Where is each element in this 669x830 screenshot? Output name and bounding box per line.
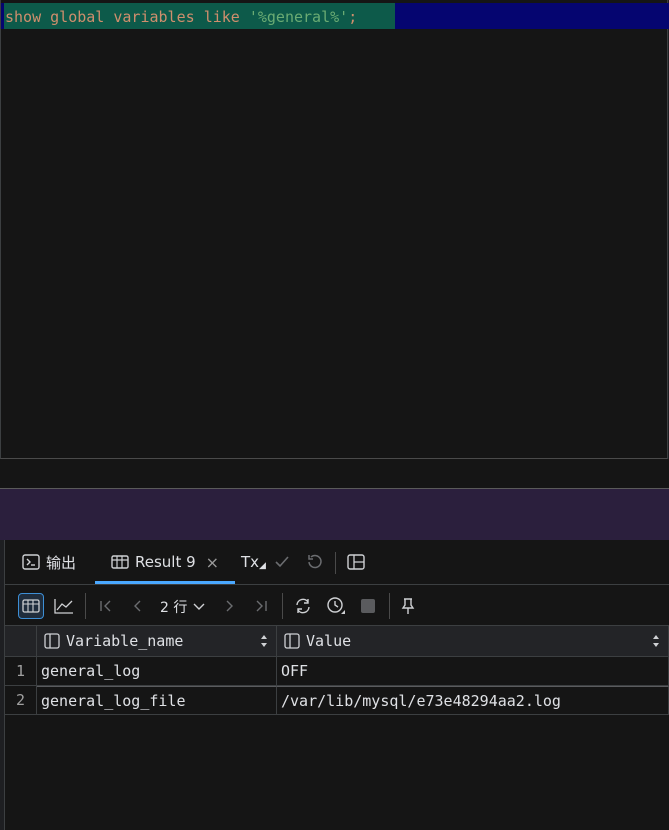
table-icon <box>111 554 129 570</box>
tx-label: Tx <box>241 553 260 571</box>
refresh-icon[interactable] <box>290 593 316 619</box>
sql-editor[interactable]: show global variables like '%general%'; <box>0 0 669 459</box>
rows-count-label: 2 行 <box>160 600 188 616</box>
layout-icon[interactable] <box>347 540 365 584</box>
console-icon <box>22 554 40 570</box>
tx-mode-button[interactable]: Tx ◢ <box>241 540 266 584</box>
semicolon: ; <box>348 8 358 26</box>
keyword-global: global <box>50 8 105 26</box>
table-cell[interactable]: /var/lib/mysql/e73e48294aa2.log <box>277 686 669 715</box>
results-tabs: 输出 Result 9 × Tx ◢ <box>5 540 669 585</box>
column-label: Variable_name <box>66 632 184 650</box>
tab-output[interactable]: 输出 <box>22 540 76 584</box>
editor-bottom-gap <box>0 459 669 489</box>
chevron-down-icon <box>193 603 205 610</box>
panel-header-strip <box>0 489 669 540</box>
last-page-icon[interactable] <box>248 593 274 619</box>
next-page-icon[interactable] <box>216 593 242 619</box>
sort-icon[interactable] <box>652 634 660 648</box>
first-page-icon[interactable] <box>93 593 119 619</box>
results-toolbar: 2 行 <box>5 585 669 626</box>
active-tab-indicator <box>95 581 235 584</box>
toolbar-separator <box>389 593 390 619</box>
sql-query-line[interactable]: show global variables like '%general%'; <box>5 8 357 26</box>
table-cell[interactable]: general_log <box>37 657 277 686</box>
table-cell[interactable]: OFF <box>277 657 669 686</box>
current-line-highlight: show global variables like '%general%'; <box>1 3 669 29</box>
column-header-variable-name[interactable]: Variable_name <box>37 626 277 657</box>
sort-icon[interactable] <box>260 634 268 648</box>
prev-page-icon[interactable] <box>125 593 151 619</box>
close-icon[interactable]: × <box>206 553 219 572</box>
row-number-header <box>5 626 37 657</box>
string-literal: '%general%' <box>248 8 349 26</box>
column-icon <box>44 633 60 649</box>
toolbar-separator <box>85 593 86 619</box>
column-icon <box>284 633 300 649</box>
keyword-variables: variables <box>113 8 195 26</box>
keyword-like: like <box>203 8 240 26</box>
tx-dropdown-icon: ◢ <box>259 561 266 571</box>
column-label: Value <box>306 632 352 650</box>
table-cell[interactable]: general_log_file <box>37 686 277 715</box>
table-view-icon[interactable] <box>18 593 44 619</box>
tab-result-9[interactable]: Result 9 × <box>111 540 219 584</box>
commit-icon[interactable] <box>273 540 291 584</box>
keyword-show: show <box>5 8 42 26</box>
row-number[interactable]: 2 <box>5 686 37 715</box>
results-panel: 输出 Result 9 × Tx ◢ 2 行 Variable_name Val… <box>4 540 669 830</box>
rows-count-dropdown[interactable]: 2 行 <box>160 597 205 617</box>
history-icon[interactable] <box>323 593 349 619</box>
stop-icon[interactable] <box>355 593 381 619</box>
row-number[interactable]: 1 <box>5 657 37 686</box>
chart-view-icon[interactable] <box>51 593 77 619</box>
tabs-separator <box>335 552 336 574</box>
tab-result-label: Result 9 <box>135 553 196 571</box>
rollback-icon[interactable] <box>306 540 324 584</box>
toolbar-separator <box>282 593 283 619</box>
column-header-value[interactable]: Value <box>277 626 669 657</box>
tab-output-label: 输出 <box>46 553 77 572</box>
pin-icon[interactable] <box>395 593 421 619</box>
